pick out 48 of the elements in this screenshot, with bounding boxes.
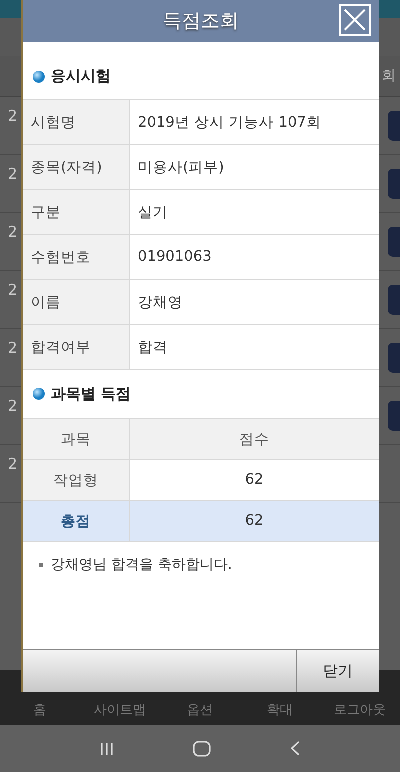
row-number: 2 xyxy=(8,397,18,415)
field-value: 2019년 상시 기능사 107회 xyxy=(130,100,379,144)
field-label: 시험명 xyxy=(23,100,130,144)
row-number: 2 xyxy=(8,281,18,299)
nav-label[interactable]: 홈 xyxy=(0,701,80,719)
field-value: 미용사(피부) xyxy=(130,144,379,190)
home-icon[interactable] xyxy=(193,740,212,756)
row-number: 2 xyxy=(8,223,18,241)
section-heading: 응시시험 xyxy=(51,67,111,86)
total-label: 총점 xyxy=(23,500,130,542)
row-button[interactable] xyxy=(388,284,400,314)
column-header: 과목 xyxy=(23,418,130,460)
recent-apps-icon[interactable] xyxy=(100,742,114,756)
nav-label[interactable]: 사이트맵 xyxy=(80,701,160,719)
row-button[interactable] xyxy=(388,226,400,256)
close-button[interactable] xyxy=(339,4,371,36)
field-label: 수험번호 xyxy=(23,234,130,280)
subject-cell: 작업형 xyxy=(23,460,130,500)
nav-label[interactable]: 옵션 xyxy=(160,701,240,719)
row-number: 2 xyxy=(8,339,18,357)
bullet-ball-icon xyxy=(33,70,45,82)
row-number: 2 xyxy=(8,165,18,183)
nav-label[interactable]: 확대 xyxy=(240,701,320,719)
field-value: 실기 xyxy=(130,190,379,234)
field-label: 구분 xyxy=(23,190,130,234)
row-number: 2 xyxy=(8,455,18,473)
bullet-icon xyxy=(39,563,43,567)
field-label: 합격여부 xyxy=(23,324,130,370)
dialog-title: 득점조회 xyxy=(163,9,239,34)
field-label: 종목(자격) xyxy=(23,144,130,190)
row-button[interactable] xyxy=(388,400,400,430)
header-fragment: 회 xyxy=(382,67,396,85)
back-icon[interactable] xyxy=(291,741,300,756)
bullet-ball-icon xyxy=(33,388,45,400)
field-value: 합격 xyxy=(130,324,379,370)
congratulation-message: 강채영님 합격을 축하합니다. xyxy=(51,556,232,574)
row-button[interactable] xyxy=(388,168,400,198)
row-button[interactable] xyxy=(388,110,400,140)
section-heading: 과목별 득점 xyxy=(51,384,132,404)
close-icon xyxy=(342,7,368,33)
field-label: 이름 xyxy=(23,280,130,324)
field-value: 강채영 xyxy=(130,280,379,324)
field-value: 01901063 xyxy=(130,234,379,280)
row-button[interactable] xyxy=(388,342,400,372)
column-header: 점수 xyxy=(130,418,379,460)
row-number: 2 xyxy=(8,107,18,125)
score-cell: 62 xyxy=(130,500,379,542)
nav-label[interactable]: 로그아웃 xyxy=(320,701,400,719)
